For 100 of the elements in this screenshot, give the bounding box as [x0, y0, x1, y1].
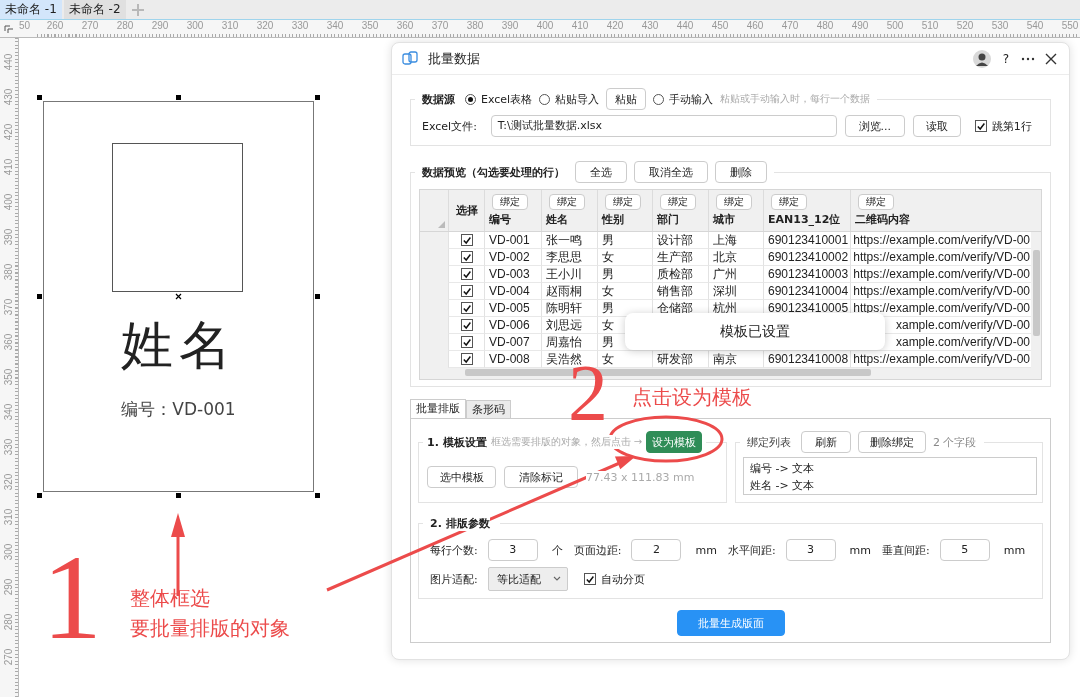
number-field[interactable]: 3 [785, 539, 836, 561]
number-field[interactable]: 2 [631, 539, 682, 561]
read-button[interactable]: 读取 [912, 115, 961, 137]
checkbox[interactable] [460, 251, 473, 263]
name-text[interactable]: 姓名 [44, 314, 313, 376]
fit-dropdown[interactable]: 等比适配 [487, 567, 568, 591]
ruler-number: 260 [46, 20, 64, 32]
table-cell: 李思思 [541, 249, 597, 266]
binding-list[interactable]: 编号 -> 文本 姓名 -> 文本 [743, 457, 1037, 495]
ruler-number: 440 [676, 20, 694, 32]
delete-button[interactable]: 删除 [715, 161, 767, 183]
checkbox[interactable] [460, 336, 473, 348]
radio-label[interactable]: Excel表格 [481, 91, 533, 107]
select-template-button[interactable]: 选中模板 [427, 466, 496, 488]
table-cell: https://example.com/verify/VD-00 [850, 232, 1031, 249]
list-item[interactable]: 编号 -> 文本 [750, 460, 1030, 477]
ruler-number: 320 [3, 473, 15, 490]
ruler-number: 370 [3, 298, 15, 315]
ruler-number: 400 [3, 193, 15, 210]
browse-button[interactable]: 浏览... [844, 115, 905, 137]
bind-button[interactable]: 绑定 [492, 194, 528, 210]
toast-message: 模板已设置 [625, 313, 885, 350]
table-cell: 690123410002 [763, 249, 850, 266]
table-cell: https://example.com/verify/VD-00 [850, 266, 1031, 283]
checkbox[interactable] [460, 353, 473, 365]
bind-button[interactable]: 绑定 [549, 194, 585, 210]
radio-label[interactable]: 手动输入 [669, 91, 714, 107]
checkbox-label[interactable]: 跳第1行 [991, 118, 1032, 134]
label-card[interactable]: 姓名 编号：VD-001 [43, 101, 314, 492]
field-label: 垂直间距: [882, 542, 930, 558]
ruler-number: 430 [3, 88, 15, 105]
ruler-number: 540 [1026, 20, 1044, 32]
photo-frame[interactable] [112, 143, 243, 292]
bind-button[interactable]: 绑定 [716, 194, 752, 210]
select-all-button[interactable]: 全选 [575, 161, 627, 183]
size-text: 77.43 x 111.83 mm [586, 470, 695, 484]
table-cell: https://example.com/verify/VD-00 [850, 283, 1031, 300]
bind-button[interactable]: 绑定 [660, 194, 696, 210]
ruler-number: 360 [396, 20, 414, 32]
number-field[interactable]: 3 [487, 539, 538, 561]
document-tab[interactable]: 未命名 -2 [63, 0, 126, 19]
help-button[interactable]: ? [1000, 51, 1011, 66]
table-cell: 690123410001 [763, 232, 850, 249]
bind-button[interactable]: 绑定 [858, 194, 894, 210]
ruler-number: 360 [3, 333, 15, 350]
ruler-number: 270 [81, 20, 99, 32]
ruler-number: 320 [256, 20, 274, 32]
app-icon [402, 50, 418, 67]
table-cell: VD-002 [484, 249, 541, 266]
deselect-all-button[interactable]: 取消全选 [634, 161, 708, 183]
checkbox[interactable] [460, 285, 473, 297]
checkbox[interactable] [460, 234, 473, 246]
paste-button[interactable]: 粘贴 [606, 88, 647, 110]
ruler-number: 490 [851, 20, 869, 32]
dialog-title: 批量数据 [428, 49, 480, 68]
annotation-text: 整体框选 [130, 585, 211, 612]
ruler-number: 280 [116, 20, 134, 32]
ruler-number: 340 [3, 403, 15, 420]
close-icon[interactable] [1045, 52, 1057, 65]
file-path-field[interactable]: T:\测试批量数据.xlsx [490, 115, 837, 137]
checkbox-label[interactable]: 自动分页 [600, 571, 645, 587]
clear-marks-button[interactable]: 清除标记 [504, 466, 578, 488]
checkbox[interactable] [460, 268, 473, 280]
tab[interactable]: 条形码 [466, 400, 511, 418]
table-cell: 广州 [708, 266, 763, 283]
document-tab[interactable]: 未命名 -1 [0, 0, 62, 19]
avatar-icon[interactable] [972, 49, 991, 68]
ruler-number: 420 [606, 20, 624, 32]
section-title: 数据源 [422, 91, 455, 107]
column-name: 性别 [602, 212, 624, 227]
section-title: 2. 排版参数 [430, 515, 490, 531]
checkbox[interactable] [460, 302, 473, 314]
table-cell: https://example.com/verify/VD-00 [850, 300, 1031, 317]
radio-label[interactable]: 粘贴导入 [555, 91, 600, 107]
ruler-number: 340 [326, 20, 344, 32]
unit-label: 个 [551, 542, 563, 558]
ruler-number: 400 [536, 20, 554, 32]
bind-button[interactable]: 绑定 [771, 194, 807, 210]
list-item[interactable]: 姓名 -> 文本 [750, 477, 1030, 494]
ruler-number: 440 [3, 53, 15, 70]
field-label: Excel文件: [422, 118, 477, 134]
set-template-button[interactable]: 设为模板 [646, 431, 703, 453]
ruler-number: 460 [746, 20, 764, 32]
tab[interactable]: 批量排版 [410, 399, 466, 418]
step-number: 1 [42, 552, 102, 644]
checkbox[interactable] [583, 573, 596, 585]
annotation-text: 点击设为模板 [632, 384, 752, 411]
bind-button[interactable]: 绑定 [605, 194, 641, 210]
number-field[interactable]: 5 [939, 539, 990, 561]
field-label: 图片适配: [430, 571, 478, 587]
checkbox[interactable] [460, 319, 473, 331]
id-text[interactable]: 编号：VD-001 [44, 398, 313, 421]
vertical-scrollbar[interactable] [1033, 250, 1040, 336]
table-cell: 690123410008 [763, 351, 850, 368]
refresh-button[interactable]: 刷新 [801, 431, 851, 453]
remove-binding-button[interactable]: 删除绑定 [858, 431, 926, 453]
table-cell: VD-003 [484, 266, 541, 283]
column-name: 城市 [713, 212, 735, 227]
field-label: 水平间距: [727, 542, 776, 558]
checkbox[interactable] [974, 120, 987, 132]
